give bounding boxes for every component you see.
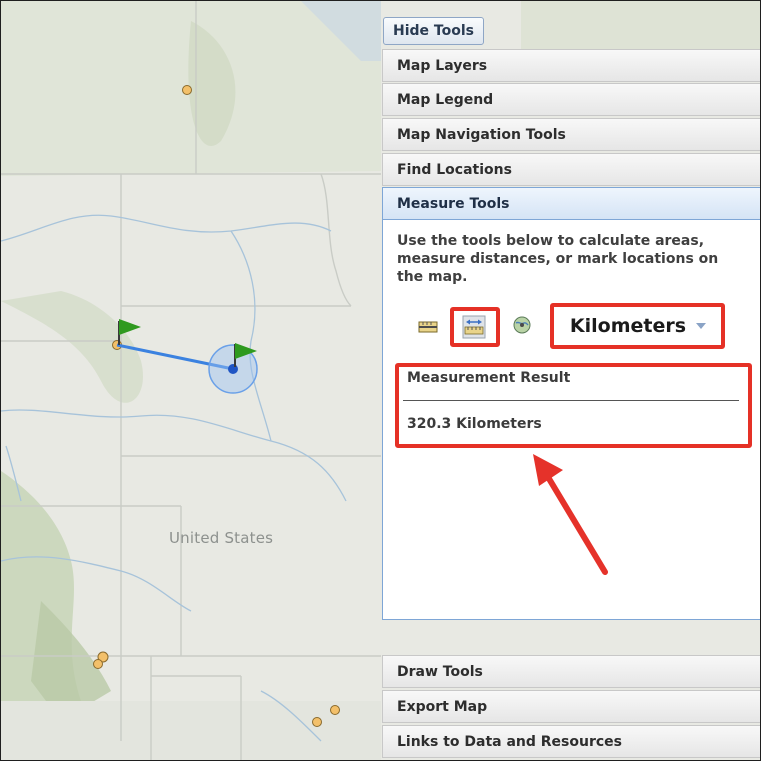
accordion-find-locations[interactable]: Find Locations [382, 153, 760, 186]
accordion-export-map[interactable]: Export Map [382, 690, 760, 723]
result-divider [403, 400, 739, 401]
accordion-links-to-data[interactable]: Links to Data and Resources [382, 725, 760, 758]
unit-dropdown-value: Kilometers [569, 315, 687, 337]
unit-dropdown[interactable]: Kilometers [555, 307, 721, 345]
result-title: Measurement Result [407, 370, 571, 386]
accordion-map-legend[interactable]: Map Legend [382, 83, 760, 116]
measure-tools-body: Use the tools below to calculate areas, … [382, 220, 760, 620]
distance-ruler-icon[interactable] [462, 315, 486, 339]
result-value: 320.3 Kilometers [407, 416, 542, 432]
measure-description: Use the tools below to calculate areas, … [397, 233, 719, 285]
location-globe-icon[interactable] [510, 313, 534, 337]
hide-tools-button[interactable]: Hide Tools [383, 17, 484, 45]
accordion-map-layers[interactable]: Map Layers [382, 49, 760, 82]
screenshot-frame: United States Hide Tools Map Layers Map … [0, 0, 761, 761]
accordion-draw-tools[interactable]: Draw Tools [382, 655, 760, 688]
accordion-measure-tools[interactable]: Measure Tools [382, 187, 760, 220]
annotation-arrow-icon [533, 454, 608, 575]
tools-panel: Map Layers Map Legend Map Navigation Too… [382, 49, 760, 760]
measure-endpoint [228, 364, 238, 374]
accordion-map-navigation-tools[interactable]: Map Navigation Tools [382, 118, 760, 151]
area-ruler-icon[interactable] [416, 315, 440, 339]
chevron-down-icon [696, 323, 707, 329]
country-label: United States [169, 529, 274, 547]
